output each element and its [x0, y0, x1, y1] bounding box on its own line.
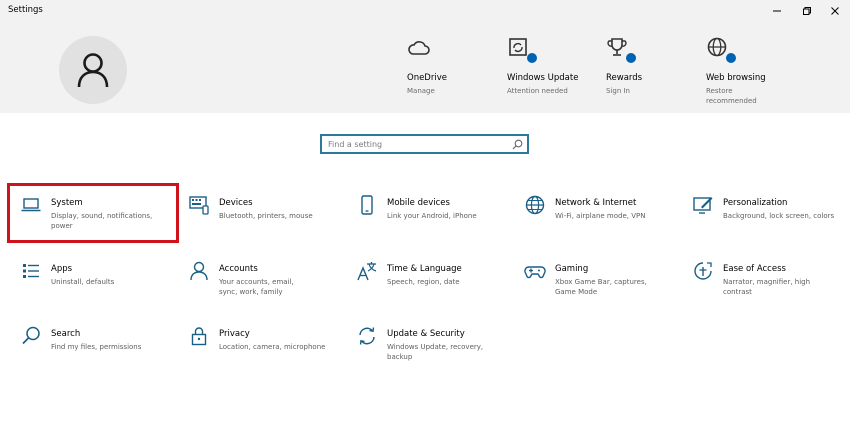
person-icon [188, 260, 210, 282]
find-setting-search[interactable] [320, 134, 529, 154]
category-mobile-devices[interactable]: Mobile devices Link your Android, iPhone [344, 186, 512, 242]
update-icon [507, 36, 537, 63]
quick-link-subtitle: Attention needed [507, 87, 568, 95]
lock-icon [188, 325, 210, 347]
title-bar: Settings [0, 0, 850, 22]
category-apps[interactable]: Apps Uninstall, defaults [8, 252, 176, 308]
category-description: Wi-Fi, airplane mode, VPN [555, 212, 646, 220]
category-system[interactable]: System Display, sound, notifications, po… [8, 186, 176, 242]
category-search[interactable]: Search Find my files, permissions [8, 317, 176, 373]
search-icon [20, 325, 42, 347]
quick-link-subtitle: Manage [407, 87, 435, 95]
category-name: Search [51, 329, 81, 339]
maximize-button[interactable] [792, 0, 822, 22]
quick-link-title: Web browsing [706, 73, 766, 83]
category-accounts[interactable]: Accounts Your accounts, email, sync, wor… [176, 252, 344, 308]
minimize-icon [773, 10, 781, 12]
category-name: Apps [51, 264, 73, 274]
search-input[interactable] [322, 136, 512, 152]
quick-link-subtitle: Sign In [606, 87, 630, 95]
notification-badge [527, 53, 537, 63]
category-privacy[interactable]: Privacy Location, camera, microphone [176, 317, 344, 373]
category-name: Gaming [555, 264, 589, 274]
category-ease-of-access[interactable]: Ease of Access Narrator, magnifier, high… [680, 252, 848, 308]
ease-of-access-icon [692, 260, 714, 282]
category-update-security[interactable]: Update & Security Windows Update, recove… [344, 317, 512, 373]
category-name: Ease of Access [723, 264, 786, 274]
quick-link-title: Windows Update [507, 73, 579, 83]
category-gaming[interactable]: Gaming Xbox Game Bar, captures, Game Mod… [512, 252, 680, 308]
category-network-internet[interactable]: Network & Internet Wi-Fi, airplane mode,… [512, 186, 680, 242]
notification-badge [626, 53, 636, 63]
laptop-icon [20, 194, 42, 216]
gamepad-icon [524, 260, 546, 282]
category-description: Xbox Game Bar, captures, Game Mode [555, 278, 647, 296]
close-icon [831, 7, 839, 15]
category-name: Accounts [219, 264, 258, 274]
close-button[interactable] [820, 0, 850, 22]
quick-link-onedrive[interactable]: OneDrive Manage [407, 36, 497, 96]
quick-link-windows-update[interactable]: Windows Update Attention needed [507, 36, 597, 96]
category-description: Display, sound, notifications, power [51, 212, 153, 230]
quick-link-title: Rewards [606, 73, 643, 83]
category-name: Privacy [219, 329, 250, 339]
category-name: Devices [219, 198, 253, 208]
restore-icon [803, 7, 811, 15]
category-description: Uninstall, defaults [51, 278, 115, 286]
sync-icon [356, 325, 378, 347]
category-name: System [51, 198, 83, 208]
notification-badge [726, 53, 736, 63]
account-header: OneDrive Manage Windows Update Attention… [0, 22, 850, 113]
category-time-language[interactable]: Time & Language Speech, region, date [344, 252, 512, 308]
window-title: Settings [8, 5, 43, 15]
category-description: Windows Update, recovery, backup [387, 343, 484, 361]
globe-icon [706, 36, 736, 63]
quick-link-subtitle: Restore recommended [706, 87, 757, 105]
apps-list-icon [20, 260, 42, 282]
avatar[interactable] [59, 36, 127, 104]
category-name: Personalization [723, 198, 788, 208]
category-description: Bluetooth, printers, mouse [219, 212, 313, 220]
category-description: Location, camera, microphone [219, 343, 326, 351]
quick-link-web-browsing[interactable]: Web browsing Restore recommended [706, 36, 796, 106]
category-description: Narrator, magnifier, high contrast [723, 278, 811, 296]
category-description: Your accounts, email, sync, work, family [219, 278, 294, 296]
trophy-icon [606, 36, 636, 63]
globe-icon [524, 194, 546, 216]
quick-link-rewards[interactable]: Rewards Sign In [606, 36, 696, 96]
phone-icon [356, 194, 378, 216]
category-name: Time & Language [387, 264, 462, 274]
category-description: Speech, region, date [387, 278, 460, 286]
minimize-button[interactable] [762, 0, 792, 22]
cloud-icon [407, 36, 431, 60]
user-avatar-icon [77, 53, 109, 88]
paint-icon [692, 194, 714, 216]
category-devices[interactable]: Devices Bluetooth, printers, mouse [176, 186, 344, 242]
keyboard-icon [188, 194, 210, 216]
category-personalization[interactable]: Personalization Background, lock screen,… [680, 186, 848, 242]
category-description: Link your Android, iPhone [387, 212, 477, 220]
quick-link-title: OneDrive [407, 73, 447, 83]
category-name: Mobile devices [387, 198, 450, 208]
category-description: Find my files, permissions [51, 343, 142, 351]
language-icon [356, 260, 378, 282]
category-name: Update & Security [387, 329, 465, 339]
search-icon [512, 139, 523, 150]
category-name: Network & Internet [555, 198, 637, 208]
category-description: Background, lock screen, colors [723, 212, 835, 220]
